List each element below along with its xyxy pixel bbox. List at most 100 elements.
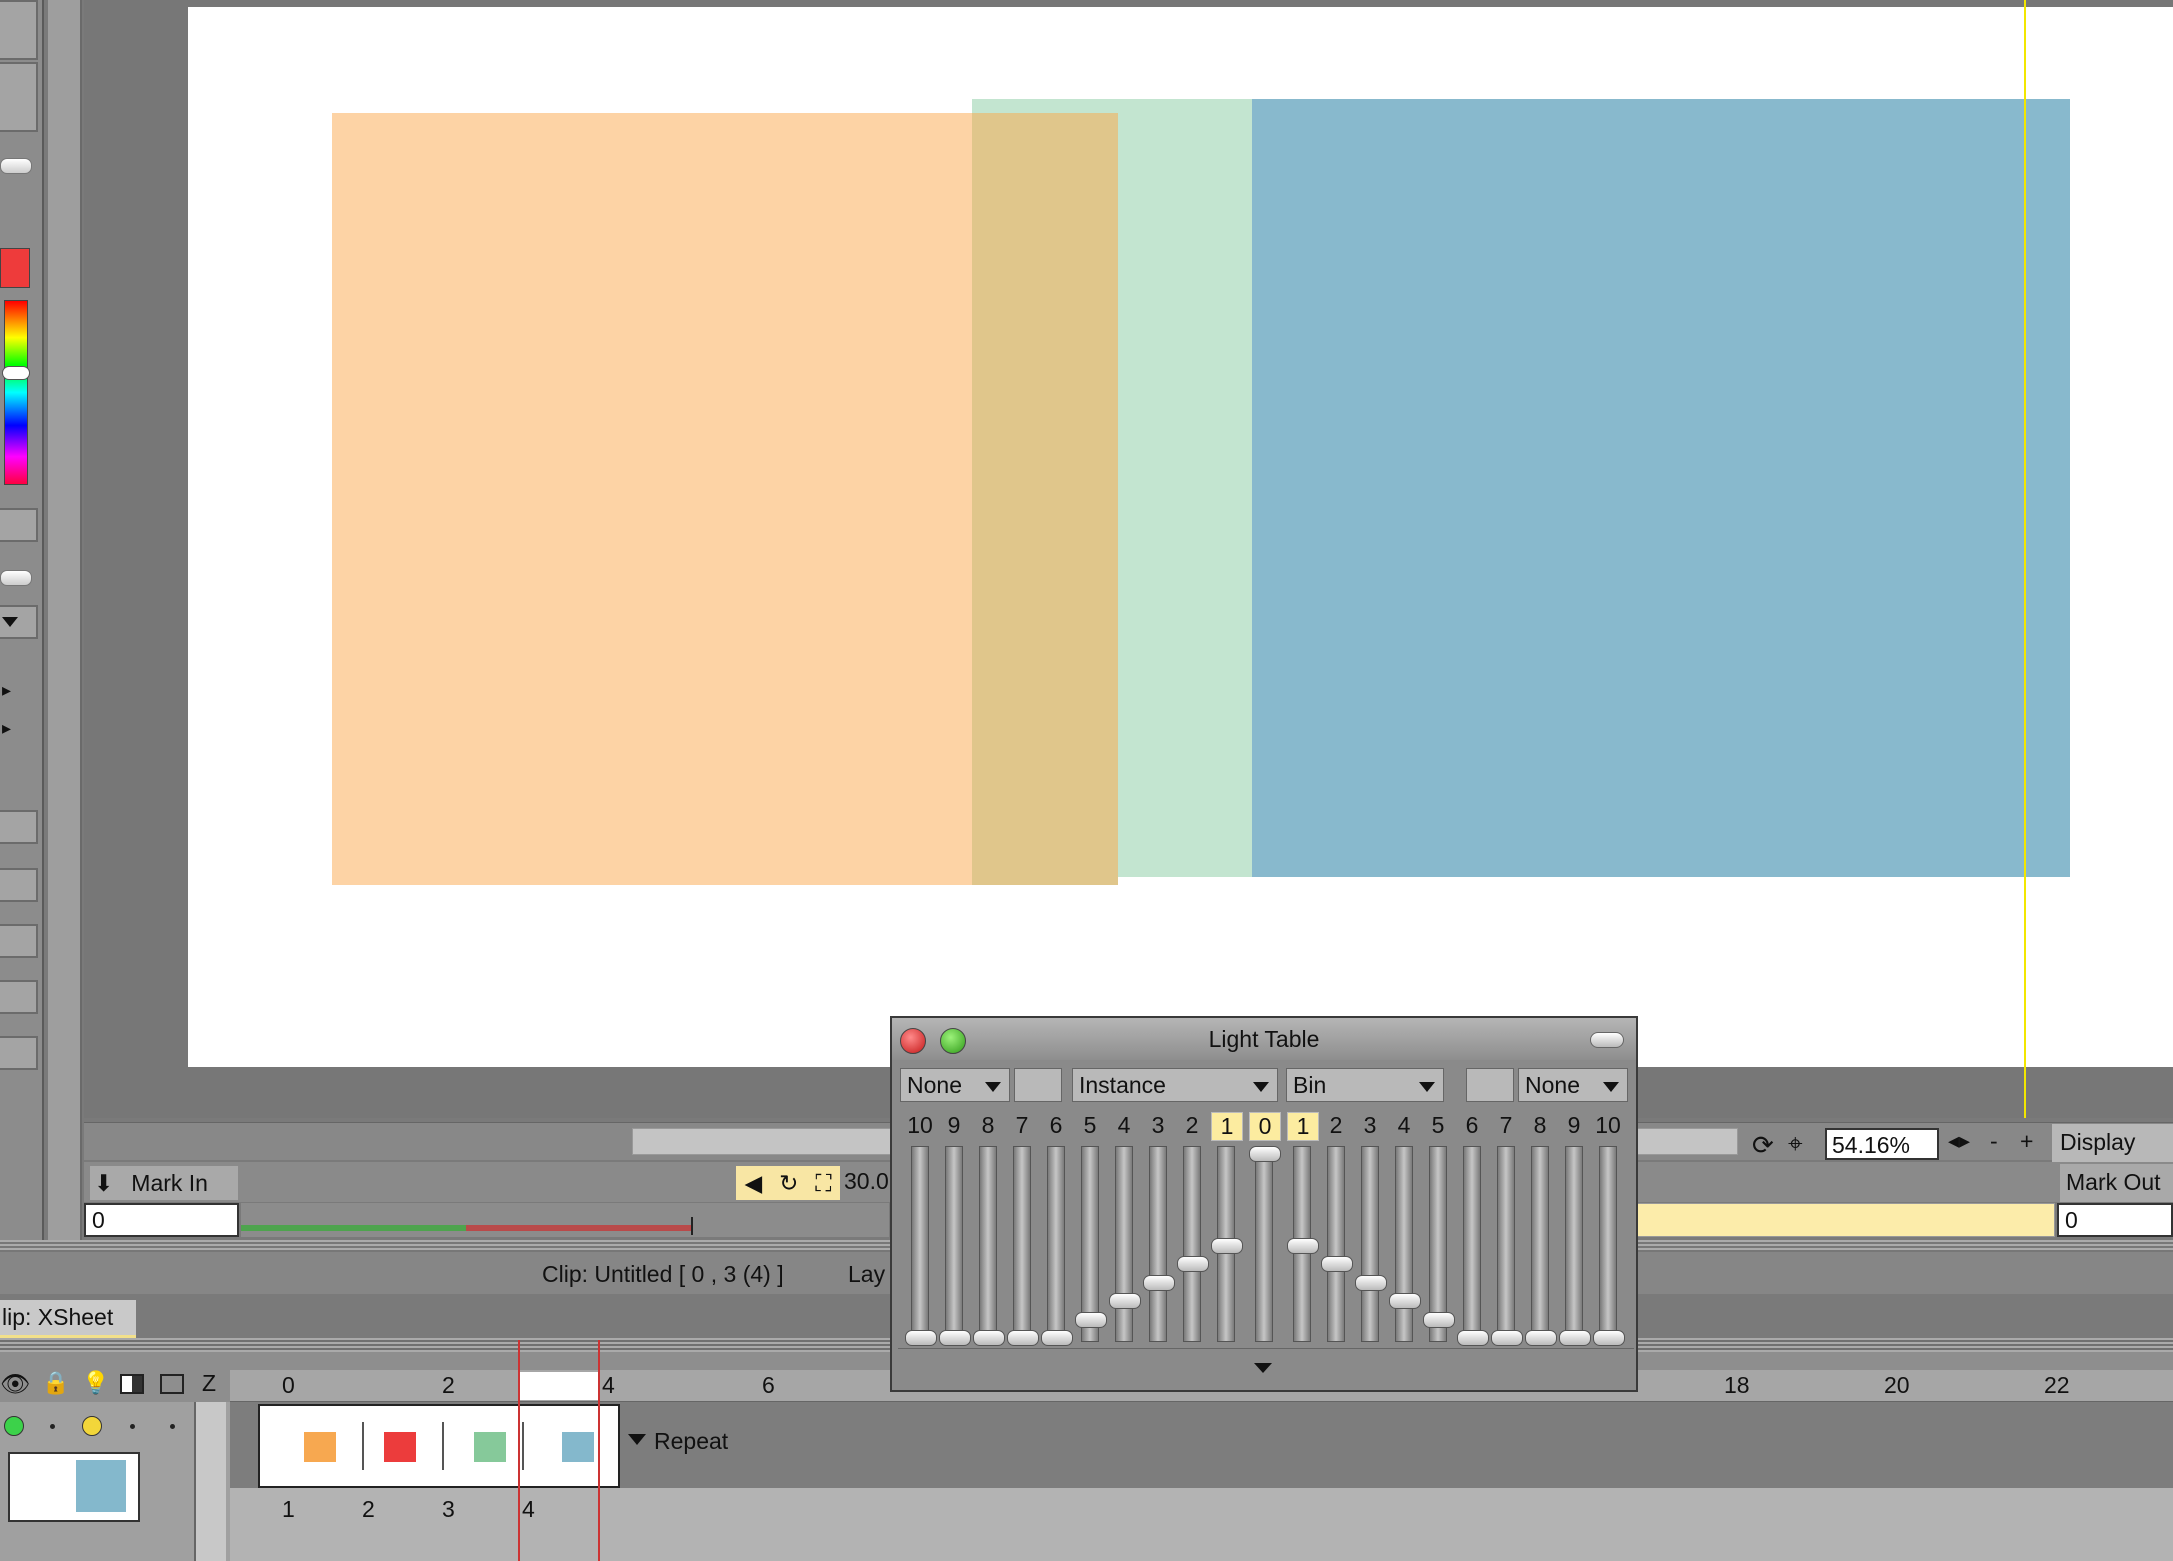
fullscreen-icon[interactable]: ⛶ bbox=[815, 1170, 831, 1197]
onion-frame-number[interactable]: 6 bbox=[1041, 1112, 1071, 1139]
onion-opacity-slider[interactable] bbox=[1463, 1146, 1481, 1342]
tool-button[interactable] bbox=[0, 980, 38, 1014]
onion-frame-number[interactable]: 4 bbox=[1109, 1112, 1139, 1139]
vertical-scrollbar[interactable] bbox=[48, 0, 82, 1240]
frame-cell[interactable] bbox=[524, 1422, 604, 1470]
onion-opacity-slider[interactable] bbox=[979, 1146, 997, 1342]
onion-opacity-slider[interactable] bbox=[945, 1146, 963, 1342]
frame-range-track[interactable] bbox=[241, 1203, 889, 1237]
tool-button[interactable] bbox=[0, 1036, 38, 1070]
fit-width-icon[interactable]: ◂▸ bbox=[1948, 1128, 1970, 1154]
slider-knob[interactable] bbox=[973, 1330, 1005, 1346]
color-button[interactable] bbox=[1014, 1068, 1062, 1102]
onion-opacity-slider[interactable] bbox=[1395, 1146, 1413, 1342]
mark-in-button[interactable]: ⬇ Mark In bbox=[90, 1166, 238, 1200]
speaker-icon[interactable]: ◀ bbox=[744, 1170, 762, 1197]
playhead[interactable] bbox=[598, 1340, 600, 1561]
refresh-icon[interactable]: ⟳ bbox=[1752, 1130, 1774, 1161]
hue-slider-knob[interactable] bbox=[2, 366, 30, 380]
mark-in-field[interactable]: 0 bbox=[84, 1203, 239, 1237]
lock-icon[interactable]: 🔒 bbox=[42, 1370, 69, 1396]
tool-button[interactable] bbox=[0, 62, 38, 132]
matte-dot[interactable] bbox=[130, 1424, 135, 1429]
collapse-handle-icon[interactable] bbox=[0, 570, 32, 586]
canvas[interactable] bbox=[188, 7, 2173, 1067]
onion-opacity-slider[interactable] bbox=[1599, 1146, 1617, 1342]
color-button[interactable] bbox=[1466, 1068, 1514, 1102]
zoom-in-button[interactable]: + bbox=[2020, 1128, 2033, 1155]
tab-xsheet[interactable]: lip: XSheet bbox=[0, 1300, 136, 1338]
play-arrow-icon[interactable]: ▸ bbox=[2, 718, 11, 739]
onion-opacity-slider[interactable] bbox=[1531, 1146, 1549, 1342]
lock-dot[interactable] bbox=[50, 1424, 55, 1429]
tool-button[interactable] bbox=[0, 508, 38, 542]
onion-opacity-slider[interactable] bbox=[1327, 1146, 1345, 1342]
onion-opacity-slider[interactable] bbox=[1047, 1146, 1065, 1342]
onion-frame-number[interactable]: 0 bbox=[1249, 1112, 1281, 1141]
slider-knob[interactable] bbox=[1109, 1293, 1141, 1309]
visibility-dot[interactable] bbox=[4, 1416, 24, 1436]
slider-knob[interactable] bbox=[1287, 1238, 1319, 1254]
bin-dropdown[interactable]: Bin bbox=[1286, 1068, 1444, 1102]
onion-opacity-slider[interactable] bbox=[1497, 1146, 1515, 1342]
loop-icon[interactable]: ↻ bbox=[779, 1170, 798, 1197]
slider-knob[interactable] bbox=[1457, 1330, 1489, 1346]
frame-cell[interactable] bbox=[444, 1422, 524, 1470]
eye-icon[interactable]: 👁 bbox=[0, 1370, 30, 1399]
dropdown-button[interactable] bbox=[0, 605, 38, 639]
display-menu-button[interactable]: Display bbox=[2052, 1124, 2173, 1162]
current-color-swatch[interactable] bbox=[0, 248, 30, 288]
onion-left-dropdown[interactable]: None bbox=[900, 1068, 1010, 1102]
slider-knob[interactable] bbox=[1525, 1330, 1557, 1346]
onion-opacity-slider[interactable] bbox=[1255, 1146, 1273, 1342]
collapse-handle-icon[interactable] bbox=[0, 158, 32, 174]
light-table-titlebar[interactable]: Light Table bbox=[892, 1018, 1636, 1060]
hue-slider[interactable] bbox=[4, 300, 28, 485]
slider-knob[interactable] bbox=[1177, 1256, 1209, 1272]
play-arrow-icon[interactable]: ▸ bbox=[2, 680, 11, 701]
camera-dot[interactable] bbox=[170, 1424, 175, 1429]
onion-opacity-slider[interactable] bbox=[1013, 1146, 1031, 1342]
lightbulb-icon[interactable]: 💡 bbox=[82, 1370, 109, 1396]
onion-frame-number[interactable]: 9 bbox=[939, 1112, 969, 1139]
slider-knob[interactable] bbox=[1593, 1330, 1625, 1346]
mark-out-field[interactable]: 0 bbox=[2057, 1203, 2173, 1237]
frame-cell[interactable] bbox=[364, 1422, 444, 1470]
center-target-icon[interactable]: ⌖ bbox=[1788, 1128, 1803, 1160]
camera-icon[interactable] bbox=[160, 1374, 184, 1394]
layer-thumbnail[interactable] bbox=[8, 1452, 140, 1522]
chevron-down-icon[interactable] bbox=[1254, 1363, 1272, 1373]
repeat-label[interactable]: Repeat bbox=[654, 1428, 728, 1455]
onion-opacity-slider[interactable] bbox=[1361, 1146, 1379, 1342]
slider-knob[interactable] bbox=[1211, 1238, 1243, 1254]
onion-frame-number[interactable]: 9 bbox=[1559, 1112, 1589, 1139]
frame-range-track-right[interactable] bbox=[1630, 1203, 2055, 1237]
instance-dropdown[interactable]: Instance bbox=[1072, 1068, 1278, 1102]
onion-frame-number[interactable]: 2 bbox=[1177, 1112, 1207, 1139]
slider-knob[interactable] bbox=[1559, 1330, 1591, 1346]
onion-opacity-slider[interactable] bbox=[1149, 1146, 1167, 1342]
onion-frame-number[interactable]: 6 bbox=[1457, 1112, 1487, 1139]
range-end-marker[interactable] bbox=[691, 1217, 693, 1235]
mark-out-button[interactable]: Mark Out bbox=[2060, 1164, 2173, 1202]
slider-knob[interactable] bbox=[1321, 1256, 1353, 1272]
tool-button[interactable] bbox=[0, 924, 38, 958]
matte-icon[interactable] bbox=[120, 1374, 144, 1394]
onion-opacity-slider[interactable] bbox=[1183, 1146, 1201, 1342]
layer-scrollbar[interactable] bbox=[194, 1402, 226, 1561]
slider-knob[interactable] bbox=[939, 1330, 971, 1346]
guide-line[interactable] bbox=[2024, 0, 2026, 1118]
slider-knob[interactable] bbox=[1007, 1330, 1039, 1346]
onion-frame-number[interactable]: 7 bbox=[1007, 1112, 1037, 1139]
onion-frame-number[interactable]: 8 bbox=[973, 1112, 1003, 1139]
tool-button[interactable] bbox=[0, 810, 38, 844]
current-frame-marker[interactable] bbox=[518, 1372, 598, 1400]
onion-frame-number[interactable]: 5 bbox=[1423, 1112, 1453, 1139]
slider-knob[interactable] bbox=[1143, 1275, 1175, 1291]
repeat-dropdown-icon[interactable] bbox=[628, 1434, 646, 1445]
light-dot[interactable] bbox=[82, 1416, 102, 1436]
slider-knob[interactable] bbox=[1491, 1330, 1523, 1346]
onion-frame-number[interactable]: 3 bbox=[1355, 1112, 1385, 1139]
frame-cell[interactable] bbox=[284, 1422, 364, 1470]
clip-block[interactable] bbox=[258, 1404, 620, 1488]
